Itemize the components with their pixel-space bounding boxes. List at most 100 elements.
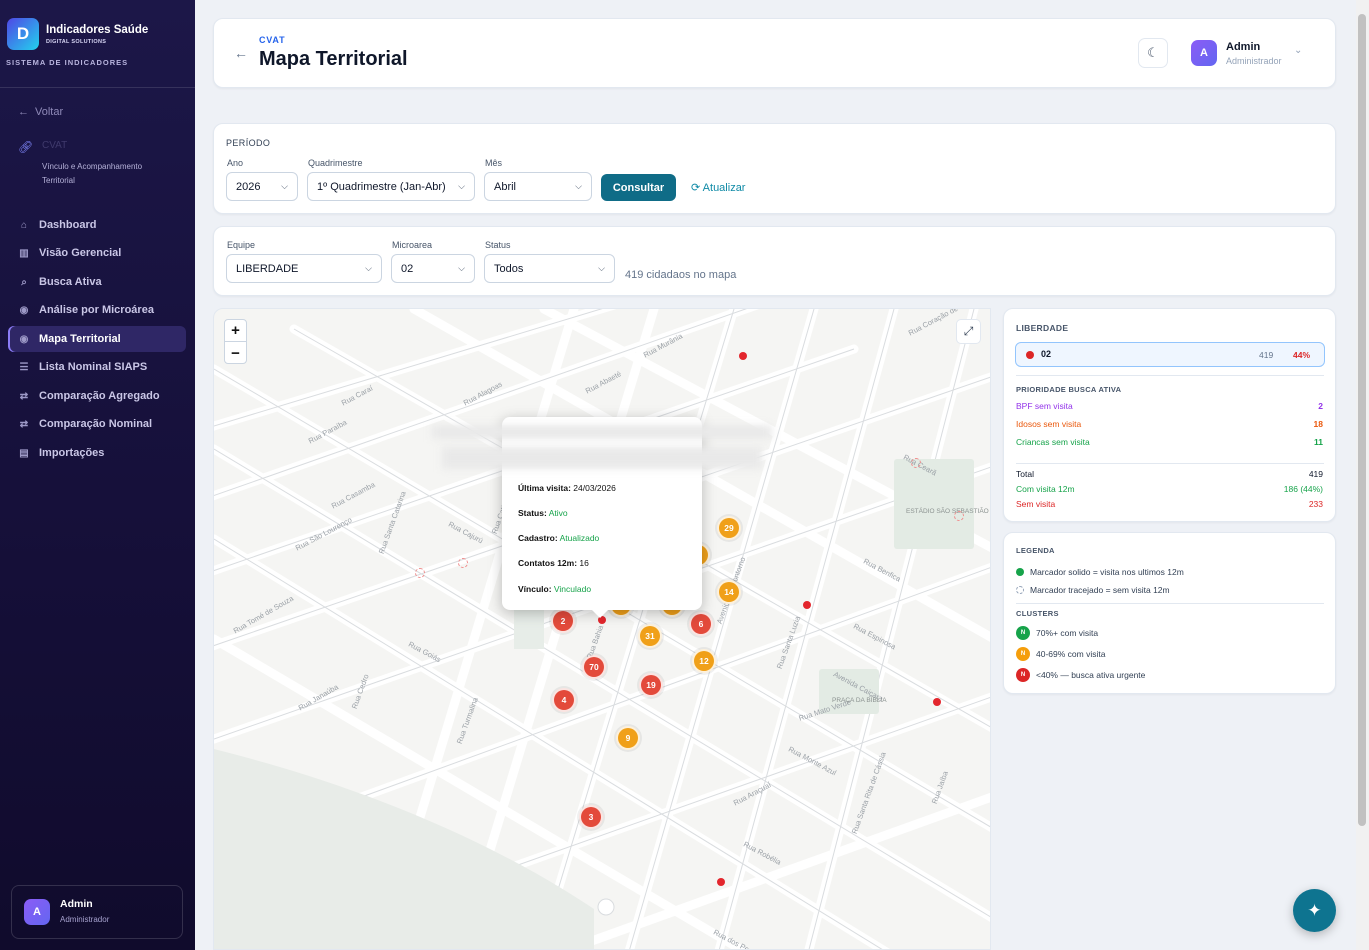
- header-user-name[interactable]: Admin: [1226, 41, 1260, 53]
- fullscreen-button[interactable]: ⤢: [956, 319, 981, 344]
- with-visit-value: 186 (44%): [1283, 484, 1323, 494]
- map-cluster[interactable]: 29: [717, 516, 741, 540]
- blurred-citizen-details: [442, 447, 762, 469]
- team-label: Equipe: [227, 240, 256, 250]
- popup-link-value: Vinculado: [553, 584, 592, 594]
- map-cluster[interactable]: 19: [639, 673, 663, 697]
- chevron-down-icon: ⌵: [598, 263, 605, 273]
- popup-last-visit-label: Última visita:: [518, 483, 571, 493]
- status-select[interactable]: Todos ⌵: [484, 254, 615, 283]
- moon-icon: ☾: [1147, 45, 1159, 60]
- territorial-map[interactable]: Rua Murânia Rua Coração de Jesus Rua Caraí…: [213, 308, 991, 950]
- zoom-out-button[interactable]: −: [225, 342, 246, 364]
- divider: [1016, 603, 1324, 604]
- sidebar-item-visao-gerencial[interactable]: ▥ Visão Gerencial: [8, 240, 186, 266]
- avatar: A: [24, 899, 50, 925]
- citizen-marker-no-visit[interactable]: [911, 458, 921, 468]
- module-description: Vínculo e Acompanhamento Territorial: [42, 162, 143, 185]
- map-cluster[interactable]: 70: [582, 655, 606, 679]
- popup-status-label: Status:: [518, 508, 547, 518]
- sidebar-item-dashboard[interactable]: ⌂ Dashboard: [8, 212, 186, 238]
- sidebar-item-label: Análise por Microárea: [39, 304, 154, 316]
- chevron-down-icon[interactable]: ⌄: [1294, 45, 1302, 56]
- citizen-marker-no-visit[interactable]: [415, 568, 425, 578]
- theme-toggle-button[interactable]: ☾: [1138, 38, 1168, 68]
- popup-contacts-label: Contatos 12m:: [518, 558, 578, 568]
- without-visit-value: 233: [1308, 499, 1323, 509]
- quadrimestre-select[interactable]: 1º Quadrimestre (Jan-Abr) ⌵: [307, 172, 475, 201]
- map-cluster[interactable]: 4: [552, 688, 576, 712]
- microarea-select[interactable]: 02 ⌵: [391, 254, 475, 283]
- without-visit-label: Sem visita: [1016, 499, 1056, 509]
- quadrimestre-label: Quadrimestre: [308, 158, 363, 168]
- sidebar-item-comparacao-agregado[interactable]: ⇄ Comparação Agregado: [8, 383, 186, 409]
- legend-cluster-high: N 70%+ com visita: [1016, 626, 1098, 640]
- page-scrollbar[interactable]: [1356, 0, 1369, 950]
- brand-logo: D: [7, 18, 39, 50]
- back-arrow-icon[interactable]: ←: [234, 45, 248, 61]
- avatar[interactable]: A: [1191, 40, 1217, 66]
- citizen-marker[interactable]: [739, 352, 747, 360]
- map-cluster[interactable]: 14: [717, 580, 741, 604]
- map-cluster[interactable]: 3: [579, 805, 603, 829]
- sidebar-item-label: Mapa Territorial: [39, 333, 121, 345]
- place-label-stadium: ESTÁDIO SÃO SEBASTIÃO: [906, 508, 989, 515]
- period-section-title: PERÍODO: [226, 138, 271, 148]
- map-cluster[interactable]: 9: [616, 726, 640, 750]
- citizen-marker[interactable]: [803, 601, 811, 609]
- user-name: Admin: [60, 898, 93, 910]
- refresh-button[interactable]: ⟳ Atualizar: [691, 181, 745, 194]
- solid-marker-icon: [1016, 568, 1024, 576]
- priority-value: 2: [1318, 401, 1323, 411]
- sidebar: D Indicadores Saúde DIGITAL SOLUTIONS SI…: [0, 0, 195, 950]
- popup-link: Vínculo: Vinculado: [518, 584, 591, 594]
- page-title: Mapa Territorial: [259, 48, 408, 70]
- map-cluster[interactable]: 6: [689, 612, 713, 636]
- sidebar-item-mapa-territorial[interactable]: ◉ Mapa Territorial: [8, 326, 186, 352]
- sidebar-item-importacoes[interactable]: ▤ Importações: [8, 440, 186, 466]
- team-select[interactable]: LIBERDADE ⌵: [226, 254, 382, 283]
- popup-status: Status: Ativo: [518, 508, 568, 518]
- legend-cluster-high-label: 70%+ com visita: [1036, 628, 1099, 638]
- popup-cadastro: Cadastro: Atualizado: [518, 533, 599, 543]
- map-cluster[interactable]: 2: [551, 609, 575, 633]
- ai-assistant-button[interactable]: ✦: [1293, 889, 1336, 932]
- file-icon: ▤: [19, 447, 29, 459]
- period-filter-card: PERÍODO Ano 2026 ⌵ Quadrimestre 1º Quadri…: [213, 123, 1336, 214]
- map-cluster[interactable]: 12: [692, 649, 716, 673]
- sidebar-item-lista-nominal-siaps[interactable]: ☰ Lista Nominal SIAPS: [8, 354, 186, 380]
- scrollbar-thumb[interactable]: [1358, 14, 1366, 826]
- microarea-name: 02: [1041, 349, 1052, 359]
- team-filter-card: Equipe LIBERDADE ⌵ Microarea 02 ⌵ Status T…: [213, 226, 1336, 296]
- sidebar-item-label: Dashboard: [39, 219, 97, 231]
- sidebar-item-analise-por-microarea[interactable]: ◉ Análise por Microárea: [8, 297, 186, 323]
- year-select[interactable]: 2026 ⌵: [226, 172, 298, 201]
- total-value: 419: [1308, 469, 1323, 479]
- citizen-marker-no-visit[interactable]: [458, 558, 468, 568]
- microarea-row[interactable]: 02 419 44%: [1015, 342, 1325, 367]
- citizen-marker[interactable]: [933, 698, 941, 706]
- legend-title: LEGENDA: [1016, 546, 1055, 555]
- back-link[interactable]: ← Voltar: [18, 106, 63, 118]
- total-label: Total: [1016, 469, 1034, 479]
- sidebar-item-busca-ativa[interactable]: ⌕ Busca Ativa: [8, 269, 186, 295]
- sidebar-user-card[interactable]: A Admin Administrador: [11, 885, 183, 939]
- pin-icon: ◉: [19, 304, 29, 316]
- swap-icon: ⇄: [19, 390, 29, 402]
- consultar-button[interactable]: Consultar: [601, 174, 676, 201]
- back-label: Voltar: [35, 106, 64, 118]
- map-cluster[interactable]: 31: [638, 624, 662, 648]
- sparkle-icon: ✦: [1307, 900, 1322, 920]
- citizen-marker-no-visit[interactable]: [954, 511, 964, 521]
- sidebar-item-comparacao-nominal[interactable]: ⇄ Comparação Nominal: [8, 411, 186, 437]
- cluster-badge-red: N: [1016, 668, 1030, 682]
- citizen-marker[interactable]: [717, 878, 725, 886]
- zoom-in-button[interactable]: +: [225, 320, 246, 342]
- sidebar-item-label: Importações: [39, 447, 105, 459]
- bar-chart-icon: ▥: [19, 247, 29, 259]
- month-select[interactable]: Abril ⌵: [484, 172, 592, 201]
- with-visit-label: Com visita 12m: [1016, 484, 1075, 494]
- priority-title: PRIORIDADE BUSCA ATIVA: [1016, 385, 1122, 394]
- year-label: Ano: [227, 158, 244, 168]
- legend-dashed-label: Marcador tracejado = sem visita 12m: [1030, 585, 1170, 595]
